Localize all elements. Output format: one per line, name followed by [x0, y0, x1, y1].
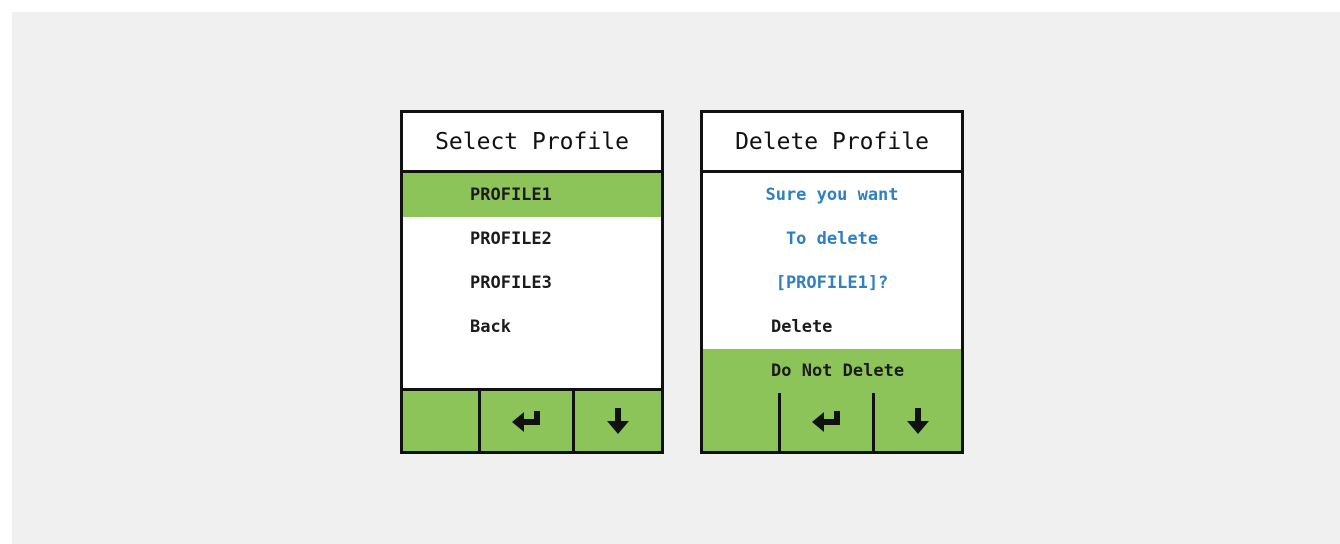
select-profile-screen: Select Profile PROFILE1 PROFILE2 PROFILE… [400, 110, 664, 454]
arrow-down-icon [605, 406, 631, 436]
screen-title: Select Profile [403, 113, 661, 173]
enter-icon [510, 408, 544, 434]
delete-profile-screen: Delete Profile Sure you want To delete [… [700, 110, 964, 454]
menu-item-profile1[interactable]: PROFILE1 [403, 173, 661, 217]
enter-button[interactable] [481, 391, 575, 451]
profile-menu: PROFILE1 PROFILE2 PROFILE3 Back [403, 173, 661, 388]
down-button[interactable] [575, 391, 661, 451]
enter-button[interactable] [781, 391, 875, 451]
screen-title: Delete Profile [703, 113, 961, 173]
menu-item-profile2[interactable]: PROFILE2 [403, 217, 661, 261]
option-do-not-delete[interactable]: Do Not Delete [703, 349, 961, 393]
down-button[interactable] [875, 391, 961, 451]
enter-icon [810, 408, 844, 434]
confirm-question-line: To delete [785, 229, 879, 249]
soft-key-bar [403, 388, 661, 451]
arrow-down-icon [905, 406, 931, 436]
delete-menu: Sure you want To delete [PROFILE1]? Dele… [703, 173, 961, 393]
confirm-question-line: [PROFILE1]? [775, 273, 889, 293]
soft-key-bar [703, 388, 961, 451]
blank-soft-key[interactable] [703, 391, 781, 451]
menu-item-profile3[interactable]: PROFILE3 [403, 261, 661, 305]
blank-soft-key[interactable] [403, 391, 481, 451]
confirm-question-line: Sure you want [765, 185, 899, 205]
canvas [12, 12, 1340, 544]
menu-item-back[interactable]: Back [403, 305, 661, 349]
option-delete[interactable]: Delete [703, 305, 961, 349]
